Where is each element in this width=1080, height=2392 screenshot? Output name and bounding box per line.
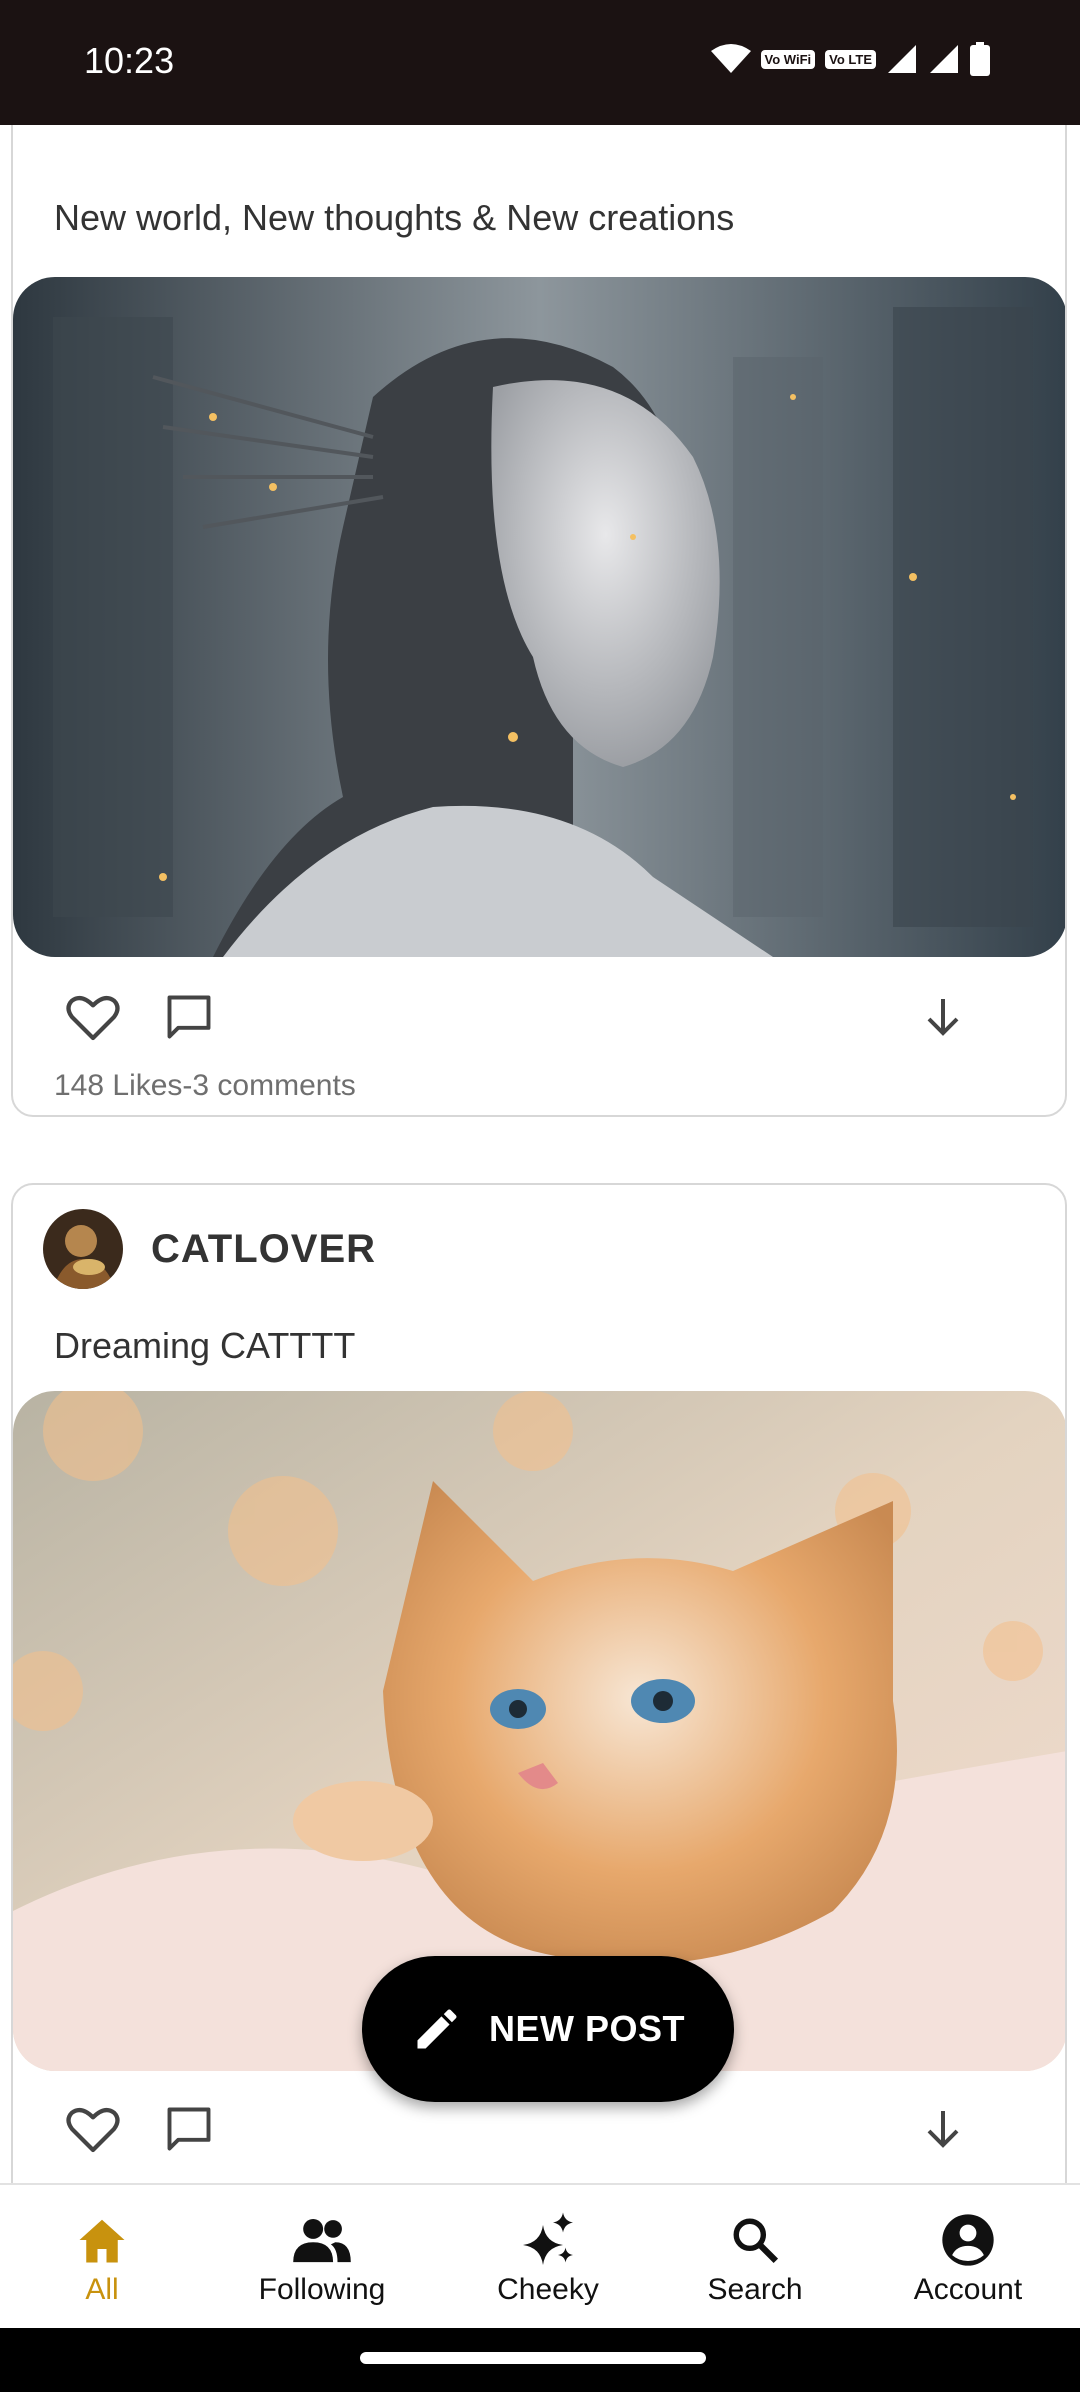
vowifi-label: Vo WiFi <box>764 51 812 67</box>
heart-icon <box>66 2107 120 2153</box>
signal-icon <box>888 45 916 73</box>
status-bar: 10:23 Vo WiFi Vo LTE <box>0 0 1080 125</box>
pencil-icon <box>417 2009 457 2049</box>
signal-icon <box>930 45 958 73</box>
nav-item-account[interactable]: Account <box>868 2211 1068 2307</box>
avatar[interactable] <box>43 1209 123 1289</box>
status-time: 10:23 <box>84 40 175 81</box>
post-card: New world, New thoughts & New creations <box>11 125 1067 1117</box>
people-icon <box>293 2218 351 2263</box>
nav-item-all[interactable]: All <box>2 2211 202 2307</box>
vowifi-icon: Vo WiFi <box>760 49 816 69</box>
new-post-label: NEW POST <box>488 2008 685 2049</box>
nav-label-following: Following <box>258 2273 386 2306</box>
nav-label-cheeky: Cheeky <box>497 2273 599 2306</box>
heart-icon <box>66 995 120 1041</box>
arrow-down-icon <box>927 2111 959 2148</box>
download-button[interactable] <box>911 985 975 1049</box>
post-actions <box>53 985 1025 1055</box>
volte-label: Vo LTE <box>829 51 872 67</box>
volte-icon: Vo LTE <box>825 49 876 69</box>
account-icon <box>942 2214 994 2266</box>
post-feed[interactable]: New world, New thoughts & New creations <box>0 125 1080 2183</box>
sparkle-icon <box>523 2212 573 2265</box>
comment-button[interactable] <box>157 2097 221 2161</box>
nav-label-account: Account <box>913 2273 1023 2306</box>
post-stats: 148 Likes-3 comments <box>54 1069 356 1102</box>
comment-button[interactable] <box>157 985 221 1049</box>
nav-item-search[interactable]: Search <box>655 2211 855 2307</box>
like-button[interactable] <box>61 985 125 1049</box>
robot-woman-image[interactable] <box>13 277 1065 957</box>
post-actions <box>53 2097 1025 2167</box>
post-caption: Dreaming CATTTT <box>54 1325 356 1366</box>
battery-icon <box>970 42 990 76</box>
gesture-navigation-area <box>0 2328 1080 2392</box>
arrow-down-icon <box>927 999 959 1036</box>
nav-item-cheeky[interactable]: Cheeky <box>448 2211 648 2307</box>
nav-label-search: Search <box>707 2273 803 2306</box>
like-button[interactable] <box>61 2097 125 2161</box>
new-post-button[interactable]: NEW POST <box>362 1956 734 2102</box>
bottom-nav: All Following Cheeky Search Account <box>0 2183 1080 2328</box>
author-name[interactable]: CATLOVER <box>151 1227 376 1272</box>
nav-label-all: All <box>85 2273 119 2306</box>
home-icon <box>79 2219 125 2263</box>
post-author[interactable]: CATLOVER <box>43 1209 376 1289</box>
wifi-icon <box>710 44 751 73</box>
comment-icon <box>167 995 211 1039</box>
home-gesture-bar[interactable] <box>360 2352 706 2364</box>
download-button[interactable] <box>911 2097 975 2161</box>
status-icons: Vo WiFi Vo LTE <box>710 42 990 76</box>
search-icon <box>733 2218 779 2264</box>
nav-item-following[interactable]: Following <box>222 2211 422 2307</box>
post-caption: New world, New thoughts & New creations <box>54 197 735 238</box>
comment-icon <box>167 2107 211 2151</box>
